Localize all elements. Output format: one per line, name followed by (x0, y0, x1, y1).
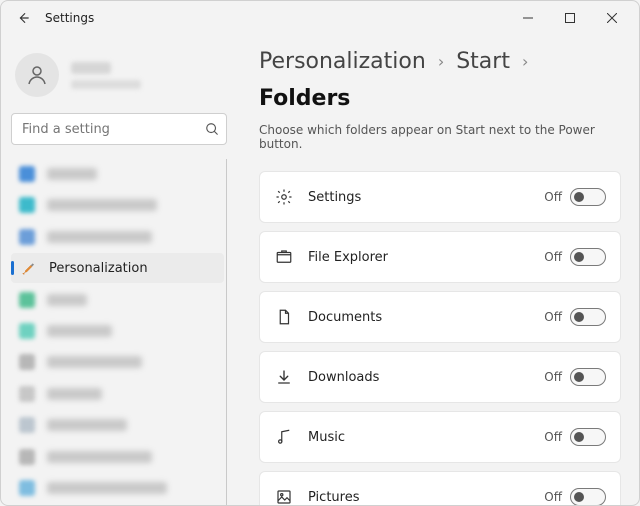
file-explorer-icon (274, 247, 294, 267)
toggle-music[interactable] (570, 428, 606, 446)
toggle-state-label: Off (544, 430, 562, 444)
folder-row-settings: Settings Off (259, 171, 621, 223)
sidebar-item-label (47, 325, 112, 337)
toggle-state-label: Off (544, 190, 562, 204)
sidebar-item-label (47, 199, 157, 211)
pictures-icon (274, 487, 294, 505)
sidebar-item[interactable] (11, 190, 224, 219)
sidebar-item[interactable] (11, 316, 224, 345)
sidebar-item-personalization[interactable]: Personalization (11, 253, 224, 282)
nav-icon (19, 354, 35, 370)
titlebar: Settings (1, 1, 639, 35)
folder-row-pictures: Pictures Off (259, 471, 621, 505)
documents-icon (274, 307, 294, 327)
toggle-documents[interactable] (570, 308, 606, 326)
folder-row-file-explorer: File Explorer Off (259, 231, 621, 283)
toggle-file-explorer[interactable] (570, 248, 606, 266)
minimize-button[interactable] (507, 3, 549, 33)
settings-window: Settings Personalization (0, 0, 640, 506)
brush-icon (19, 259, 37, 277)
back-button[interactable] (7, 2, 39, 34)
sidebar-item[interactable] (11, 474, 224, 503)
avatar (15, 53, 59, 97)
sidebar-item-label (47, 231, 152, 243)
folder-row-downloads: Downloads Off (259, 351, 621, 403)
folder-row-music: Music Off (259, 411, 621, 463)
toggle-state-label: Off (544, 370, 562, 384)
maximize-button[interactable] (549, 3, 591, 33)
nav-icon (19, 197, 35, 213)
sidebar-item[interactable] (11, 379, 224, 408)
sidebar-item-label (47, 419, 127, 431)
nav-icon (19, 449, 35, 465)
toggle-downloads[interactable] (570, 368, 606, 386)
user-info (71, 62, 141, 89)
content-area: Personalization › Start › Folders Choose… (237, 35, 639, 505)
minimize-icon (523, 13, 533, 23)
sidebar-item-label (47, 388, 102, 400)
arrow-left-icon (16, 11, 30, 25)
folder-label: Documents (308, 310, 382, 325)
settings-icon (274, 187, 294, 207)
sidebar-item-label: Personalization (49, 261, 148, 276)
window-controls (507, 3, 633, 33)
nav-icon (19, 480, 35, 496)
folder-label: Music (308, 430, 345, 445)
breadcrumb-root[interactable]: Personalization (259, 49, 426, 74)
sidebar-item-label (47, 451, 152, 463)
sidebar-item[interactable] (11, 442, 224, 471)
nav-icon (19, 386, 35, 402)
close-button[interactable] (591, 3, 633, 33)
toggle-state-label: Off (544, 310, 562, 324)
toggle-pictures[interactable] (570, 488, 606, 505)
folder-label: Downloads (308, 370, 379, 385)
folder-label: File Explorer (308, 250, 388, 265)
breadcrumb-current: Folders (259, 86, 350, 111)
sidebar: Personalization (1, 35, 237, 505)
search-input[interactable] (11, 113, 227, 145)
window-title: Settings (45, 11, 94, 25)
breadcrumb-mid[interactable]: Start (456, 49, 510, 74)
toggle-settings[interactable] (570, 188, 606, 206)
page-subtitle: Choose which folders appear on Start nex… (259, 123, 621, 151)
close-icon (607, 13, 617, 23)
maximize-icon (565, 13, 575, 23)
chevron-right-icon: › (438, 52, 444, 71)
chevron-right-icon: › (522, 52, 528, 71)
toggle-state-label: Off (544, 250, 562, 264)
sidebar-item[interactable] (11, 159, 224, 188)
nav-icon (19, 292, 35, 308)
user-header[interactable] (11, 43, 227, 113)
toggle-state-label: Off (544, 490, 562, 504)
music-icon (274, 427, 294, 447)
sidebar-item[interactable] (11, 285, 224, 314)
folder-label: Settings (308, 190, 361, 205)
breadcrumb: Personalization › Start › Folders (259, 49, 621, 111)
person-icon (25, 63, 49, 87)
nav-icon (19, 229, 35, 245)
folder-row-documents: Documents Off (259, 291, 621, 343)
sidebar-item-label (47, 168, 97, 180)
sidebar-item-label (47, 294, 87, 306)
folder-label: Pictures (308, 490, 359, 505)
nav-icon (19, 417, 35, 433)
sidebar-item[interactable] (11, 222, 224, 251)
downloads-icon (274, 367, 294, 387)
sidebar-item[interactable] (11, 411, 224, 440)
sidebar-item-label (47, 356, 142, 368)
sidebar-item[interactable] (11, 348, 224, 377)
search-icon (205, 122, 219, 136)
nav-icon (19, 166, 35, 182)
sidebar-item-label (47, 482, 167, 494)
nav-icon (19, 323, 35, 339)
